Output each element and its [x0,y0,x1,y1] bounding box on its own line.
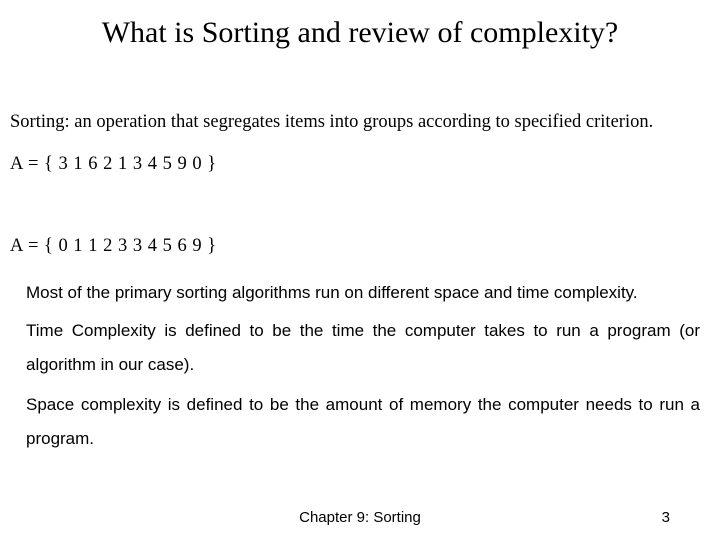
sorting-definition: Sorting: an operation that segregates it… [10,110,706,135]
array-sorted: A = { 0 1 1 2 3 3 4 5 6 9 } [10,234,706,259]
slide-title: What is Sorting and review of complexity… [0,16,720,50]
paragraph-space-complexity: Space complexity is defined to be the am… [26,388,700,456]
paragraph-complexity-intro: Most of the primary sorting algorithms r… [26,276,700,310]
paragraph-time-complexity: Time Complexity is defined to be the tim… [26,314,700,382]
array-unsorted: A = { 3 1 6 2 1 3 4 5 9 0 } [10,152,706,177]
footer-page-number: 3 [662,509,670,526]
footer-chapter: Chapter 9: Sorting [0,509,720,526]
slide: What is Sorting and review of complexity… [0,0,720,540]
